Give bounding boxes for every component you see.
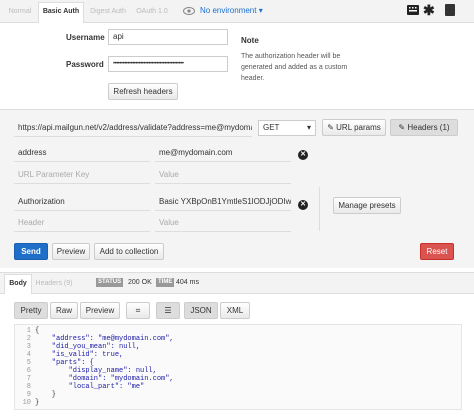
line-number: 4 (26, 351, 31, 359)
code-line: "local_part": "me" (35, 383, 145, 391)
code-line: "address": "me@mydomain.com", (35, 335, 174, 343)
headers-button[interactable]: ✎ Headers (1) (390, 119, 458, 136)
param-value-input[interactable]: me@mydomain.com (155, 146, 291, 162)
settings-icon[interactable]: ✱ (423, 3, 435, 17)
username-label: Username (66, 33, 105, 42)
code-line: "parts": { (35, 359, 94, 367)
time-badge: TIME (156, 278, 175, 287)
line-number: 3 (26, 343, 31, 351)
divider (319, 187, 320, 231)
code-line: "domain": "mydomain.com", (35, 375, 174, 383)
line-number: 2 (26, 335, 31, 343)
send-button[interactable]: Send (14, 243, 48, 260)
basic-auth-panel: Username api Password ••••••••••••••••••… (0, 23, 474, 110)
refresh-headers-button[interactable]: Refresh headers (108, 83, 178, 100)
add-to-collection-button[interactable]: Add to collection (94, 243, 164, 260)
help-icon[interactable] (445, 4, 455, 16)
code-line: "did_you_mean": null, (35, 343, 141, 351)
url-input[interactable]: https://api.mailgun.net/v2/address/valid… (14, 121, 252, 137)
pretty-button[interactable]: Pretty (14, 302, 48, 319)
line-number: 7 (26, 375, 31, 383)
tab-response-headers[interactable]: Headers (9) (34, 275, 74, 293)
tab-digest-auth[interactable]: Digest Auth (86, 3, 130, 21)
username-input[interactable]: api (108, 29, 228, 45)
keyboard-icon[interactable] (407, 5, 419, 15)
line-number: 9 (26, 391, 31, 399)
response-body: 1 2 3 4 5 6 7 8 9 10 { "address": "me@my… (14, 324, 462, 410)
header-value-input[interactable]: Basic YXBpOnB1YmtleS1lODJjODIwMTRmZmJkZD… (155, 195, 291, 211)
eye-icon (183, 7, 195, 17)
xml-button[interactable]: XML (220, 302, 250, 319)
param-value-placeholder[interactable]: Value (155, 168, 291, 184)
param-key-placeholder[interactable]: URL Parameter Key (14, 168, 150, 184)
method-select[interactable]: GET ▾ (258, 120, 316, 136)
status-badge: STATUS (96, 278, 124, 287)
tab-basic-auth[interactable]: Basic Auth (38, 2, 84, 23)
note-title: Note (241, 36, 259, 45)
line-number: 1 (26, 327, 31, 335)
status-value: 200 OK (128, 279, 152, 286)
wrap-lines-icon[interactable]: ☰ (156, 302, 180, 319)
tab-normal[interactable]: Normal (4, 3, 36, 21)
response-preview-button[interactable]: Preview (80, 302, 120, 319)
line-number: 8 (26, 383, 31, 391)
environment-selector[interactable]: No environment ▾ (200, 4, 263, 18)
edit-icon: ✎ (327, 123, 334, 132)
tab-oauth[interactable]: OAuth 1.0 (132, 3, 172, 21)
line-number: 6 (26, 367, 31, 375)
caret-down-icon: ▾ (306, 123, 311, 132)
code-line: } (35, 399, 40, 407)
time-value: 404 ms (176, 279, 199, 286)
raw-button[interactable]: Raw (50, 302, 78, 319)
header-key-input[interactable]: Authorization (14, 195, 150, 211)
remove-param-icon[interactable]: ✕ (298, 150, 308, 160)
auth-tab-bar: Normal Basic Auth Digest Auth OAuth 1.0 … (0, 0, 474, 23)
password-input[interactable]: ••••••••••••••••••••••••••••••••••••••••… (108, 56, 228, 72)
edit-icon: ✎ (398, 123, 406, 132)
note-text: The authorization header will be generat… (241, 53, 348, 82)
caret-down-icon: ▾ (258, 6, 263, 15)
tab-body[interactable]: Body (4, 274, 32, 294)
code-line: { (35, 327, 40, 335)
code-line: } (35, 391, 57, 399)
header-key-placeholder[interactable]: Header (14, 216, 150, 232)
param-key-input[interactable]: address (14, 146, 150, 162)
json-button[interactable]: JSON (184, 302, 218, 319)
manage-presets-button[interactable]: Manage presets (333, 197, 401, 214)
copy-icon[interactable]: ⌗ (126, 302, 150, 319)
code-line: "is_valid": true, (35, 351, 124, 359)
line-number: 5 (26, 359, 31, 367)
line-number: 10 (22, 399, 31, 407)
password-label: Password (66, 60, 104, 69)
code-line: "display_name": null, (35, 367, 157, 375)
reset-button[interactable]: Reset (420, 243, 454, 260)
preview-button[interactable]: Preview (52, 243, 90, 260)
url-params-button[interactable]: ✎ URL params (322, 119, 386, 136)
header-value-placeholder[interactable]: Value (155, 216, 291, 232)
remove-header-icon[interactable]: ✕ (298, 200, 308, 210)
